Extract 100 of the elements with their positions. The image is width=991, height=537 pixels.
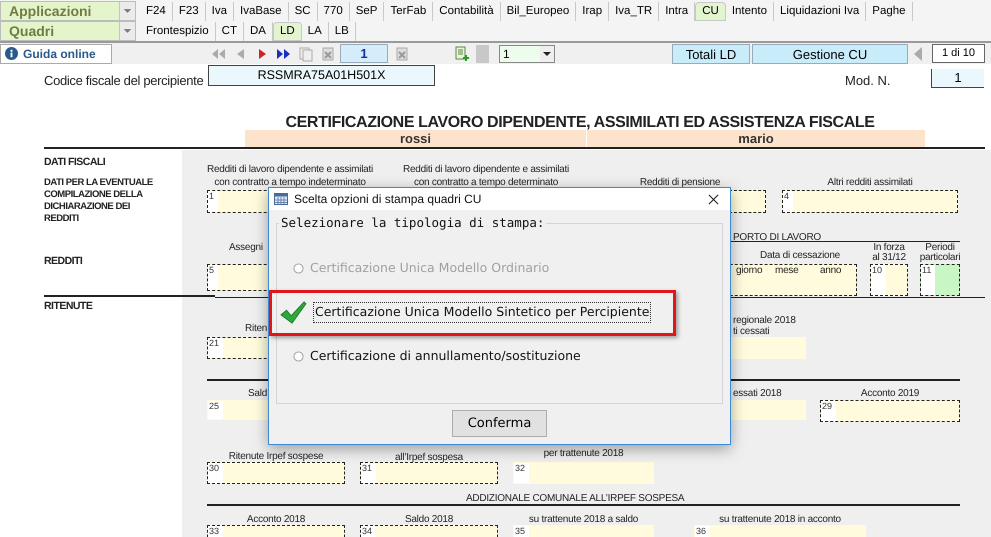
field-caption: Assegni [229,241,263,255]
field-caption: Sald [248,387,268,401]
field-caption: per trattenute 2018 [542,447,624,461]
help-button[interactable]: Guida online [0,44,112,64]
field-caption: particolari [918,253,962,263]
field-number: 36 [695,526,710,537]
tab[interactable]: Iva [206,2,234,21]
disabled-icon [476,44,489,62]
field-caption: mese [775,264,798,278]
field-caption: all’Irpef sospesa [394,451,464,465]
field-caption: Acconto 2018 [246,513,306,527]
tab[interactable]: Irap [576,2,610,21]
radio-button[interactable] [293,351,304,362]
field-number: 29 [821,401,836,421]
input-field[interactable]: 33 [207,525,345,537]
field-caption: Saldo 2018 [404,513,454,527]
input-field[interactable]: 30 [207,462,345,484]
tab[interactable]: F23 [172,2,206,21]
field-caption: su trattenute 2018 in acconto [718,513,842,527]
input-field[interactable]: 36 [694,525,866,537]
field-caption: Redditi di lavoro dipendente e assimilati [402,163,570,177]
tab[interactable]: SC [288,2,318,21]
tab[interactable]: LD [272,22,302,41]
copy-page-icon[interactable] [298,46,314,62]
field-number: 34 [361,526,376,537]
field-caption: Acconto 2019 [860,387,920,401]
field-caption: PORTO DI LAVORO [733,231,821,245]
input-field[interactable]: 32 [513,462,654,484]
option-label[interactable]: Certificazione di annullamento/sostituzione [310,347,581,366]
field-number: 10 [871,265,886,295]
dropdown[interactable]: Quadri [0,21,136,41]
field-caption: con contratto a tempo indeterminato [213,176,367,190]
group-label: Selezionare la tipologia di stampa: [280,214,546,232]
tab[interactable]: IvaBase [234,2,289,21]
input-field[interactable]: 10 [870,264,908,296]
field-label: Mod. N. [845,72,891,90]
input-field[interactable]: 31 [360,462,498,484]
field-caption: regionale 2018 [733,314,796,326]
spreadsheet-add-icon[interactable] [454,46,470,62]
tab[interactable]: CU [695,2,726,21]
window-icon [274,193,288,205]
field-caption: ti cessati [733,326,770,339]
input-field[interactable]: 11 [920,264,960,296]
field-caption: giorno [736,264,762,278]
tab[interactable]: F24 [140,2,173,21]
field-number: 33 [208,526,224,537]
confirm-button[interactable]: Conferma [452,410,547,437]
select-field[interactable]: 1 [499,44,555,62]
tab[interactable]: Paghe [866,2,913,21]
tab[interactable]: Iva_TR [609,2,660,21]
section-heading: DATI FISCALI [44,155,106,170]
name-field[interactable]: mario [587,130,925,147]
dropdown-value: Quadri [8,22,56,40]
field-number: 5 [208,265,218,290]
delete-page-icon[interactable] [394,46,410,62]
tab[interactable]: 770 [318,2,350,21]
tab[interactable]: SeP [350,2,384,21]
section-heading: REDDITI [44,254,82,269]
back-icon[interactable] [913,46,923,62]
input-field[interactable]: 4 [782,190,958,213]
field-number: 1 [208,191,218,212]
field-number: 32 [514,463,530,483]
tab[interactable]: Contabilità [433,2,501,21]
tab[interactable]: TerFab [384,2,434,21]
info-icon [5,47,18,60]
field-caption: su trattenute 2018 a saldo [528,513,640,527]
field-caption: Data di cessazione [760,249,841,263]
delete-page-icon[interactable] [320,46,336,62]
field-caption: Ritenute Irpef sospese [228,450,324,464]
page-counter: 1 di 10 [932,44,985,63]
close-icon[interactable] [708,194,719,204]
totals-button[interactable]: Totali LD [672,44,750,64]
field-number: 35 [514,526,530,537]
field-caption: Periodi [925,243,955,253]
tab[interactable]: Bil_Europeo [500,2,576,21]
input-field[interactable]: 35 [513,525,654,537]
field-number: 11 [921,265,936,295]
field-caption: In forza [873,243,905,253]
input-field[interactable]: 29 [820,400,960,422]
option-label[interactable]: Certificazione Unica Modello Sintetico per Percipiente [313,302,652,324]
field-caption: con contratto a tempo determinato [412,176,560,190]
form-title: CERTIFICAZIONE LAVORO DIPENDENTE, ASSIMILATI ED ASSISTENZA FISCALE [284,113,876,133]
field-number: 4 [783,191,794,212]
field-label: Codice fiscale del percipiente [44,72,204,90]
page-field[interactable]: 1 [340,44,388,63]
input-field[interactable]: 1 [931,69,984,88]
tab[interactable]: Intento [726,2,774,21]
dialog-title: Scelta opzioni di stampa quadri CU [294,191,482,208]
section-heading: DATI PER LA EVENTUALE COMPILAZIONE DELLA DICHIARAZIONE DEI REDDITI [44,177,154,225]
dropdown[interactable]: Applicazioni [0,1,136,21]
caret-icon [540,46,554,62]
field-number: 30 [208,463,224,483]
input-field[interactable]: RSSMRA75A01H501X [208,65,435,86]
tab[interactable]: Liquidazioni Iva [774,2,866,21]
field-caption: Redditi di lavoro dipendente e assimilati [206,163,374,177]
field-caption: al 31/12 [871,253,907,263]
input-field[interactable]: 34 [360,525,498,537]
manage-button[interactable]: Gestione CU [752,44,908,64]
surname-field[interactable]: rossi [245,130,586,147]
section-heading: RITENUTE [44,299,92,314]
